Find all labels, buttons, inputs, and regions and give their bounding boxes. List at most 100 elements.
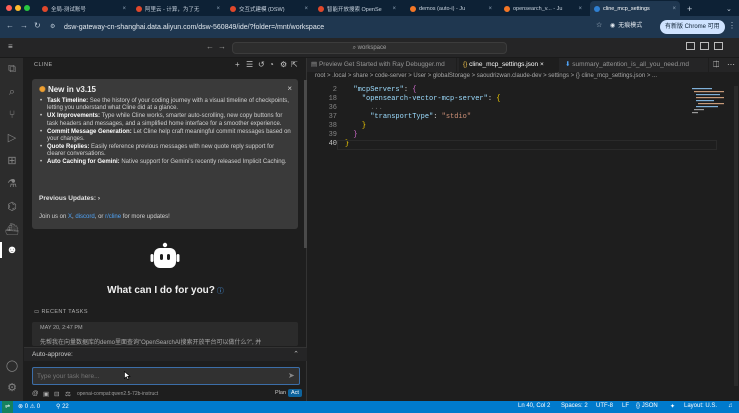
remote-indicator-icon[interactable]: ⇌ [2,401,14,413]
close-icon[interactable]: × [304,6,308,12]
close-icon[interactable]: × [672,6,676,12]
editor-tab[interactable]: ⬇ summary_attention_is_all_you_need.md [561,58,709,72]
extensions-icon[interactable]: ⊞ [4,153,20,169]
mention-icon[interactable]: @ [32,390,39,397]
browser-tab[interactable]: 阿里云 - 计算，为了无 × [132,1,224,16]
image-icon[interactable]: ▣ [43,390,49,398]
browser-tab[interactable]: 智能开放搜索 OpenSe × [314,1,400,16]
url-field[interactable]: dsw-gateway-cn-shanghai.data.aliyun.com/… [64,21,584,34]
update-chrome-button[interactable]: 有新版 Chrome 可用 [660,20,725,34]
editor-tab[interactable]: ▤ Preview Get Started with Ray Debugger.… [307,58,457,72]
tab-search-icon[interactable]: ⌄ [722,1,736,16]
mcp-servers-icon[interactable]: ☰ [246,60,253,69]
close-window-dot[interactable] [6,5,12,11]
announcement-item: Auto Caching for Gemini: Native support … [39,159,291,167]
browser-tab[interactable]: 全局-测试账号 × [38,1,130,16]
task-input[interactable] [32,367,300,385]
close-icon[interactable]: × [538,61,544,68]
indentation[interactable]: Spaces: 2 [561,403,588,409]
close-icon[interactable]: × [122,6,126,12]
bookmark-star-icon[interactable]: ☆ [596,21,602,29]
previous-updates-toggle[interactable]: Previous Updates: › [39,195,100,202]
explorer-icon[interactable]: ⧉ [4,61,20,77]
breadcrumb[interactable]: root > .local > share > code-server > Us… [315,73,657,83]
back-arrow-icon[interactable]: ← [206,42,214,51]
account-icon[interactable]: ◯ [4,358,20,374]
editor-tab-active[interactable]: {} cline_mcp_settings.json × [459,58,559,72]
run-debug-icon[interactable]: ▷ [4,130,20,146]
browser-tab-active[interactable]: cline_mcp_settings × [590,1,680,16]
maximize-window-dot[interactable] [24,5,30,11]
line-number: 37 [328,113,337,121]
menu-kebab-icon[interactable]: ⋮ [728,21,736,30]
code-line[interactable]: ... [345,104,383,112]
cursor-position[interactable]: Ln 40, Col 2 [518,403,550,409]
history-icon[interactable]: ↺ [258,60,265,69]
account-icon[interactable]: ◔ [269,60,274,69]
browser-tab[interactable]: 交互式建模 (DSW) × [226,1,312,16]
recent-task-card[interactable]: MAY 20, 2:47 PM 先帮我在向量数据库的demo里面查询"OpenS… [32,322,298,346]
settings-gear-icon[interactable]: ⚙ [4,380,20,396]
code-line[interactable]: } [345,122,366,130]
site-info-icon[interactable]: ⚙ [50,23,55,30]
close-icon[interactable]: × [287,84,292,93]
code-line[interactable]: "opensearch-vector-mcp-server": { [345,95,501,103]
code-line[interactable]: "mcpServers": { [345,86,416,94]
remote-icon[interactable]: ⌬ [4,199,20,215]
model-selector[interactable]: openai-compat:qwen2.5-72b-instruct [77,391,158,397]
browser-tab[interactable]: opensearch_v... - Ju × [500,1,586,16]
editor-scrollbar[interactable] [734,86,738,386]
close-icon[interactable]: × [216,6,220,12]
x-link[interactable]: X [68,214,72,220]
tab-favicon-icon [594,5,600,12]
forward-arrow-icon[interactable]: → [218,42,226,51]
notifications-bell-icon[interactable]: ♫ [728,403,733,409]
close-icon[interactable]: × [488,6,492,12]
docker-icon[interactable]: ⛴ [4,222,20,238]
auto-approve-bar[interactable]: Auto-approve: ⌃ [24,347,307,361]
toggle-panel-icon[interactable] [700,42,709,50]
encoding[interactable]: UTF-8 [596,403,613,409]
act-mode-toggle[interactable]: Act [288,389,302,397]
forward-icon[interactable]: → [20,21,28,30]
split-editor-icon[interactable]: ⎅ [713,60,719,70]
source-control-icon[interactable]: ⑂ [4,107,20,123]
reload-icon[interactable]: ↻ [34,21,41,30]
ports-indicator[interactable]: ⚲ 22 [56,403,69,410]
search-icon[interactable]: ⌕ [4,84,20,100]
copilot-icon[interactable]: ✦ [670,403,675,410]
plan-mode-toggle[interactable]: Plan [272,389,289,397]
incognito-indicator[interactable]: ◉ 无痕模式 [610,20,642,33]
keyboard-layout[interactable]: Layout: U.S. [684,403,717,409]
minimap[interactable] [690,86,734,126]
cline-robot-icon[interactable]: ☻ [0,242,20,258]
problems-indicator[interactable]: ⊗ 0 ⚠ 0 [18,403,40,410]
browser-tab[interactable]: demos (auto-i) - Ju × [406,1,496,16]
code-line[interactable]: } [345,131,357,139]
new-tab-button[interactable]: + [683,1,697,16]
reddit-link[interactable]: r/cline [105,214,121,220]
info-icon[interactable]: ⓘ [215,288,224,295]
settings-gear-icon[interactable]: ⚙ [280,60,287,69]
toggle-sidebar-icon[interactable] [686,42,695,50]
command-center[interactable]: ⌕ workspace [232,42,507,54]
testing-icon[interactable]: ⚗ [4,176,20,192]
server-icon[interactable]: ⊟ [54,390,59,398]
hamburger-menu-icon[interactable]: ≡ [8,42,13,51]
toggle-secondary-sidebar-icon[interactable] [714,42,723,50]
more-actions-icon[interactable]: ⋯ [727,60,735,69]
code-line[interactable]: "transportType": "stdio" [345,113,471,121]
new-task-icon[interactable]: + [235,60,240,69]
send-icon[interactable]: ➤ [288,371,295,380]
popout-icon[interactable]: ⇱ [291,60,298,69]
language-mode[interactable]: {} JSON [636,403,658,409]
activity-bar: ⧉ ⌕ ⑂ ▷ ⊞ ⚗ ⌬ ⛴ ☻ ◯ ⚙ [0,58,24,401]
minimize-window-dot[interactable] [15,5,21,11]
discord-link[interactable]: discord [75,214,94,220]
line-ending[interactable]: LF [622,403,629,409]
back-icon[interactable]: ← [6,21,14,30]
rules-icon[interactable]: ⚖ [65,390,71,398]
close-icon[interactable]: × [578,6,582,12]
cline-panel-title: CLINE [34,62,53,68]
close-icon[interactable]: × [392,6,396,12]
